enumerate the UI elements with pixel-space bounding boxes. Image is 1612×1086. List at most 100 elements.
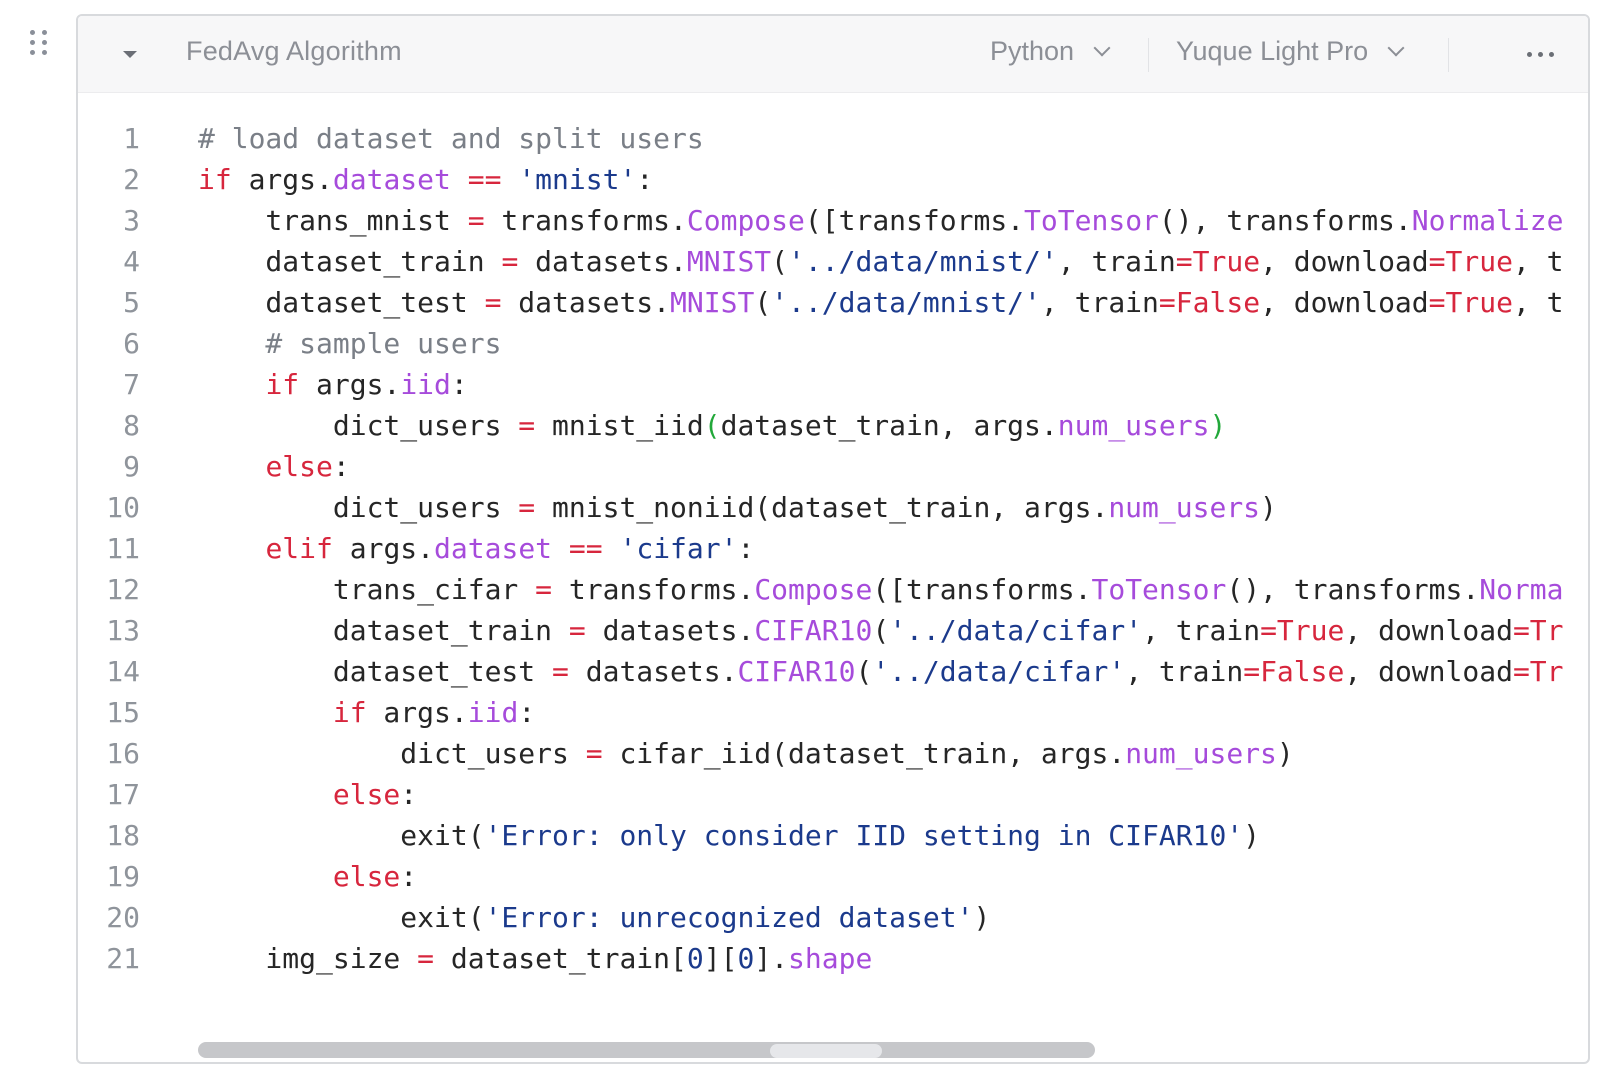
code-line[interactable]: 2 if args.dataset == 'mnist': bbox=[78, 159, 1588, 200]
drag-handle-icon[interactable] bbox=[27, 28, 53, 58]
code-line-text: else: bbox=[198, 446, 350, 487]
code-token: exit( bbox=[198, 901, 485, 934]
code-line[interactable]: 20 exit('Error: unrecognized dataset') bbox=[78, 897, 1588, 938]
code-token: num_users bbox=[1108, 491, 1261, 524]
code-token: dataset_test bbox=[198, 286, 485, 319]
code-line[interactable]: 1 # load dataset and split users bbox=[78, 118, 1588, 159]
code-line[interactable]: 14 dataset_test = datasets.CIFAR10('../d… bbox=[78, 651, 1588, 692]
code-token: , download bbox=[1260, 286, 1429, 319]
code-line[interactable]: 10 dict_users = mnist_noniid(dataset_tra… bbox=[78, 487, 1588, 528]
code-line[interactable]: 12 trans_cifar = transforms.Compose([tra… bbox=[78, 569, 1588, 610]
code-token: else bbox=[332, 860, 401, 893]
code-token: = bbox=[484, 286, 502, 319]
code-token: elif bbox=[265, 532, 333, 565]
code-token: dict_users bbox=[198, 409, 519, 442]
code-token: mnist_iid bbox=[535, 409, 704, 442]
code-line-text: dataset_train = datasets.CIFAR10('../dat… bbox=[198, 610, 1564, 651]
code-line-text: dict_users = mnist_iid(dataset_train, ar… bbox=[198, 405, 1226, 446]
resize-handle[interactable] bbox=[770, 1044, 882, 1058]
horizontal-scrollbar[interactable] bbox=[198, 1042, 1578, 1058]
line-number: 11 bbox=[106, 532, 140, 565]
code-token: ( bbox=[855, 655, 873, 688]
line-number: 7 bbox=[123, 368, 140, 401]
language-selector[interactable]: Python bbox=[990, 36, 1111, 67]
line-number: 1 bbox=[123, 122, 140, 155]
code-line-text: dict_users = mnist_noniid(dataset_train,… bbox=[198, 487, 1277, 528]
code-line[interactable]: 5 dataset_test = datasets.MNIST('../data… bbox=[78, 282, 1588, 323]
code-line-text: exit('Error: only consider IID setting i… bbox=[198, 815, 1260, 856]
code-line[interactable]: 8 dict_users = mnist_iid(dataset_train, … bbox=[78, 405, 1588, 446]
code-token: iid bbox=[467, 696, 519, 729]
line-number: 13 bbox=[106, 614, 140, 647]
code-token: '../data/mnist/' bbox=[788, 245, 1058, 278]
line-number: 15 bbox=[106, 696, 140, 729]
code-token: transforms. bbox=[484, 204, 687, 237]
code-line[interactable]: 6 # sample users bbox=[78, 323, 1588, 364]
theme-selector[interactable]: Yuque Light Pro bbox=[1176, 36, 1405, 67]
code-token: 0 bbox=[686, 942, 704, 975]
code-line[interactable]: 7 if args.iid: bbox=[78, 364, 1588, 405]
code-token: =Tr bbox=[1512, 655, 1564, 688]
code-line-text: if args.iid: bbox=[198, 692, 535, 733]
code-line[interactable]: 3 trans_mnist = transforms.Compose([tran… bbox=[78, 200, 1588, 241]
code-line[interactable]: 11 elif args.dataset == 'cifar': bbox=[78, 528, 1588, 569]
line-number: 17 bbox=[106, 778, 140, 811]
code-line-text: else: bbox=[198, 774, 417, 815]
code-token: =Tr bbox=[1512, 614, 1564, 647]
code-token: == bbox=[467, 163, 502, 196]
header-divider bbox=[1148, 38, 1149, 72]
code-token: MNIST bbox=[686, 245, 772, 278]
code-token: dict_users bbox=[198, 491, 519, 524]
code-line-text: elif args.dataset == 'cifar': bbox=[198, 528, 754, 569]
code-token: ToTensor bbox=[1091, 573, 1227, 606]
code-token: ) bbox=[1276, 737, 1294, 770]
horizontal-scrollbar-thumb[interactable] bbox=[198, 1042, 1095, 1058]
code-token: transforms. bbox=[552, 573, 755, 606]
code-token: , train bbox=[1142, 614, 1261, 647]
code-line[interactable]: 15 if args.iid: bbox=[78, 692, 1588, 733]
code-token: ( bbox=[872, 614, 890, 647]
code-token: args. bbox=[332, 532, 435, 565]
code-token: =True bbox=[1260, 614, 1345, 647]
code-token: datasets. bbox=[585, 614, 755, 647]
code-line-text: trans_mnist = transforms.Compose([transf… bbox=[198, 200, 1563, 241]
code-line[interactable]: 18 exit('Error: only consider IID settin… bbox=[78, 815, 1588, 856]
code-token: trans_mnist bbox=[198, 204, 468, 237]
code-token: # sample users bbox=[198, 327, 502, 360]
code-token: ) bbox=[1243, 819, 1261, 852]
code-token: ][ bbox=[703, 942, 738, 975]
code-area[interactable]: 1 # load dataset and split users 2 if args.… bbox=[78, 118, 1588, 979]
code-line[interactable]: 9 else: bbox=[78, 446, 1588, 487]
code-token: img_size bbox=[198, 942, 418, 975]
code-token: =False bbox=[1243, 655, 1345, 688]
code-token: dataset_train bbox=[198, 614, 569, 647]
code-token: =True bbox=[1428, 286, 1513, 319]
code-line-text: dict_users = cifar_iid(dataset_train, ar… bbox=[198, 733, 1294, 774]
collapse-caret-icon[interactable] bbox=[118, 42, 142, 66]
code-token: , train bbox=[1057, 245, 1176, 278]
more-options-icon[interactable] bbox=[1524, 40, 1558, 68]
code-block-title[interactable]: FedAvg Algorithm bbox=[186, 36, 402, 67]
code-token: =True bbox=[1428, 245, 1513, 278]
code-token: Norma bbox=[1479, 573, 1564, 606]
code-token: CIFAR10 bbox=[737, 655, 856, 688]
code-line[interactable]: 16 dict_users = cifar_iid(dataset_train,… bbox=[78, 733, 1588, 774]
code-line-text: # load dataset and split users bbox=[198, 118, 704, 159]
code-line[interactable]: 19 else: bbox=[78, 856, 1588, 897]
code-token: CIFAR10 bbox=[754, 614, 873, 647]
code-line[interactable]: 21 img_size = dataset_train[0][0].shape bbox=[78, 938, 1588, 979]
code-token: dict_users bbox=[198, 737, 586, 770]
code-line[interactable]: 17 else: bbox=[78, 774, 1588, 815]
code-token: : bbox=[332, 450, 350, 483]
code-line[interactable]: 13 dataset_train = datasets.CIFAR10('../… bbox=[78, 610, 1588, 651]
code-token: dataset bbox=[434, 532, 553, 565]
code-token: dataset_test bbox=[198, 655, 553, 688]
code-token: exit( bbox=[198, 819, 485, 852]
code-token: = bbox=[518, 491, 536, 524]
code-token: , download bbox=[1344, 614, 1513, 647]
code-token: (), transforms. bbox=[1158, 204, 1412, 237]
code-token: dataset_train bbox=[198, 245, 502, 278]
code-line[interactable]: 4 dataset_train = datasets.MNIST('../dat… bbox=[78, 241, 1588, 282]
code-token: dataset bbox=[332, 163, 451, 196]
